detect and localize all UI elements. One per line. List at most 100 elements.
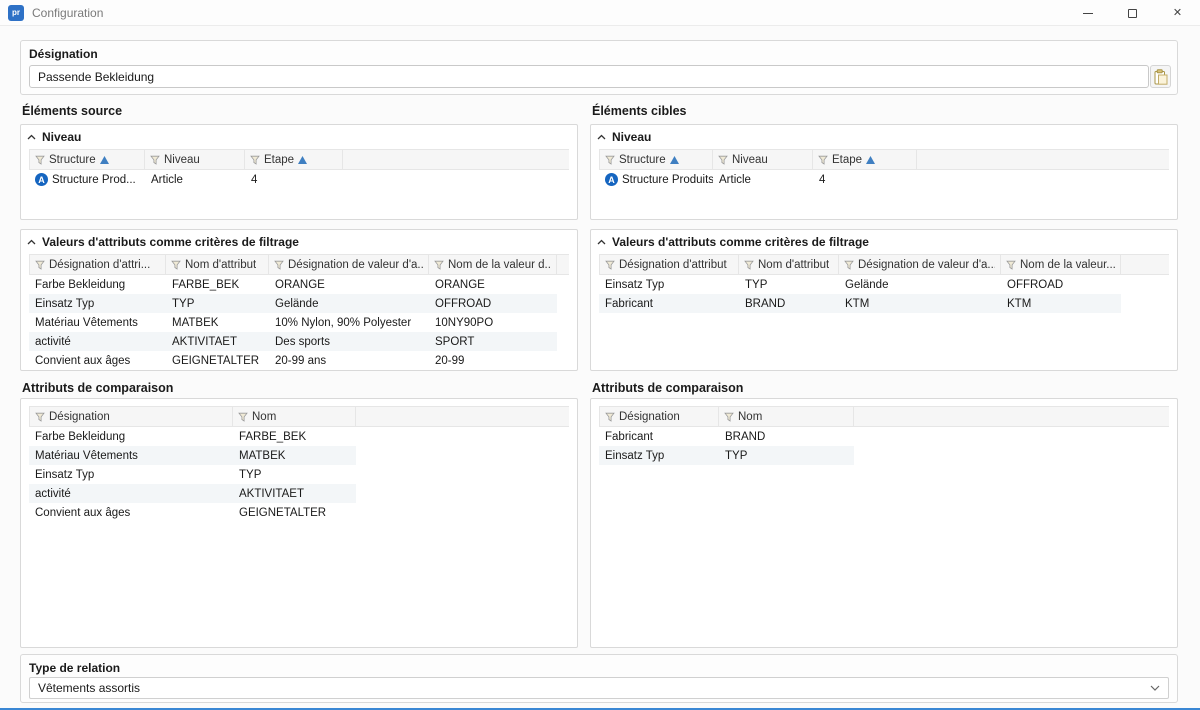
table-row[interactable]: Einsatz TypTYPGeländeOFFROAD [29, 294, 557, 313]
table-cell: Einsatz Typ [29, 294, 166, 313]
target-comparison-heading: Attributs de comparaison [592, 381, 743, 395]
table-row[interactable]: Convient aux âgesGEIGNETALTER20-99 ans20… [29, 351, 557, 370]
filter-icon [150, 155, 160, 165]
filter-icon [250, 155, 260, 165]
source-filter-section-header[interactable]: Valeurs d'attributs comme critères de fi… [21, 230, 577, 252]
column-header-filler [1121, 255, 1169, 274]
table-cell: KTM [1001, 294, 1121, 313]
table-row[interactable]: Einsatz TypTYP [29, 465, 356, 484]
table-cell: activité [29, 484, 233, 503]
table-row[interactable]: activitéAKTIVITAET [29, 484, 356, 503]
table-row[interactable]: AStructure Prod...Article4 [29, 170, 343, 189]
collapse-icon[interactable] [597, 239, 606, 245]
table-cell: OFFROAD [429, 294, 557, 313]
relation-type-value: Vêtements assortis [38, 681, 1150, 695]
section-title: Valeurs d'attributs comme critères de fi… [42, 235, 299, 249]
target-filter-table: Désignation d'attributNom d'attributDési… [599, 254, 1169, 313]
column-header[interactable]: Désignation de valeur d'a... [269, 255, 429, 274]
clipboard-icon [1154, 69, 1168, 85]
column-header[interactable]: Structure [29, 150, 145, 169]
collapse-icon[interactable] [27, 134, 36, 140]
close-button[interactable]: ✕ [1155, 0, 1200, 26]
table-cell: OFFROAD [1001, 275, 1121, 294]
column-header[interactable]: Désignation d'attri... [29, 255, 166, 274]
filter-icon [605, 155, 615, 165]
collapse-icon[interactable] [597, 134, 606, 140]
column-header[interactable]: Nom de la valeur... [1001, 255, 1121, 274]
paste-button[interactable] [1150, 65, 1171, 88]
column-header[interactable]: Nom de la valeur d... [429, 255, 557, 274]
sort-ascending-icon [100, 156, 109, 164]
table-cell: TYP [166, 294, 269, 313]
table-cell: ORANGE [429, 275, 557, 294]
table-row[interactable]: activitéAKTIVITAETDes sportsSPORT [29, 332, 557, 351]
column-header[interactable]: Nom [719, 407, 854, 426]
filter-icon [274, 260, 284, 270]
column-header[interactable]: Désignation de valeur d'a... [839, 255, 1001, 274]
table-cell: MATBEK [166, 313, 269, 332]
window-title: Configuration [32, 6, 103, 20]
filter-icon [35, 260, 45, 270]
column-header-filler [343, 150, 569, 169]
section-title: Niveau [42, 130, 81, 144]
table-cell: Des sports [269, 332, 429, 351]
source-heading: Éléments source [22, 104, 122, 118]
table-cell: Einsatz Typ [29, 465, 233, 484]
source-comparison-table: DésignationNomFarbe BekleidungFARBE_BEKM… [29, 406, 569, 522]
table-row[interactable]: Matériau VêtementsMATBEK [29, 446, 356, 465]
table-row[interactable]: Farbe BekleidungFARBE_BEKORANGEORANGE [29, 275, 557, 294]
designation-label: Désignation [21, 41, 1177, 65]
table-cell: SPORT [429, 332, 557, 351]
column-header[interactable]: Désignation [29, 407, 233, 426]
column-header[interactable]: Niveau [713, 150, 813, 169]
filter-icon [35, 412, 45, 422]
filter-icon [35, 155, 45, 165]
filter-icon [434, 260, 444, 270]
table-row[interactable]: Matériau VêtementsMATBEK10% Nylon, 90% P… [29, 313, 557, 332]
table-cell: Convient aux âges [29, 351, 166, 370]
table-cell: FARBE_BEK [166, 275, 269, 294]
relation-type-dropdown[interactable]: Vêtements assortis [29, 677, 1169, 699]
table-row[interactable]: FabricantBRANDKTMKTM [599, 294, 1121, 313]
column-header[interactable]: Étape [245, 150, 343, 169]
table-cell: BRAND [739, 294, 839, 313]
filter-icon [605, 260, 615, 270]
filter-icon [238, 412, 248, 422]
table-cell: AStructure Prod... [29, 170, 145, 189]
table-cell: Gelände [839, 275, 1001, 294]
column-header[interactable]: Désignation d'attribut [599, 255, 739, 274]
column-header[interactable]: Niveau [145, 150, 245, 169]
column-header[interactable]: Nom d'attribut [166, 255, 269, 274]
table-row[interactable]: Einsatz TypTYP [599, 446, 854, 465]
column-header[interactable]: Étape [813, 150, 917, 169]
table-cell: Farbe Bekleidung [29, 275, 166, 294]
table-row[interactable]: Farbe BekleidungFARBE_BEK [29, 427, 356, 446]
designation-input[interactable] [29, 65, 1149, 88]
structure-type-icon: A [35, 173, 48, 186]
source-niveau-section-header[interactable]: Niveau [21, 125, 577, 147]
table-cell: TYP [739, 275, 839, 294]
filter-icon [744, 260, 754, 270]
titlebar: pr Configuration ✕ [0, 0, 1200, 26]
table-row[interactable]: FabricantBRAND [599, 427, 854, 446]
target-niveau-section-header[interactable]: Niveau [591, 125, 1177, 147]
table-row[interactable]: Convient aux âgesGEIGNETALTER [29, 503, 356, 522]
table-cell: Matériau Vêtements [29, 446, 233, 465]
table-cell: AStructure Produits [599, 170, 713, 189]
column-header[interactable]: Nom d'attribut [739, 255, 839, 274]
table-cell: BRAND [719, 427, 854, 446]
target-filter-section-header[interactable]: Valeurs d'attributs comme critères de fi… [591, 230, 1177, 252]
minimize-icon [1083, 13, 1093, 14]
column-header[interactable]: Désignation [599, 407, 719, 426]
column-header[interactable]: Structure [599, 150, 713, 169]
table-row[interactable]: Einsatz TypTYPGeländeOFFROAD [599, 275, 1121, 294]
table-row[interactable]: AStructure ProduitsArticle4 [599, 170, 917, 189]
target-niveau-panel: Niveau StructureNiveauÉtapeAStructure Pr… [590, 124, 1178, 220]
maximize-icon [1128, 9, 1137, 18]
table-cell: Article [145, 170, 245, 189]
maximize-button[interactable] [1110, 0, 1155, 26]
minimize-button[interactable] [1065, 0, 1110, 26]
column-header[interactable]: Nom [233, 407, 356, 426]
column-header-filler [854, 407, 1169, 426]
collapse-icon[interactable] [27, 239, 36, 245]
